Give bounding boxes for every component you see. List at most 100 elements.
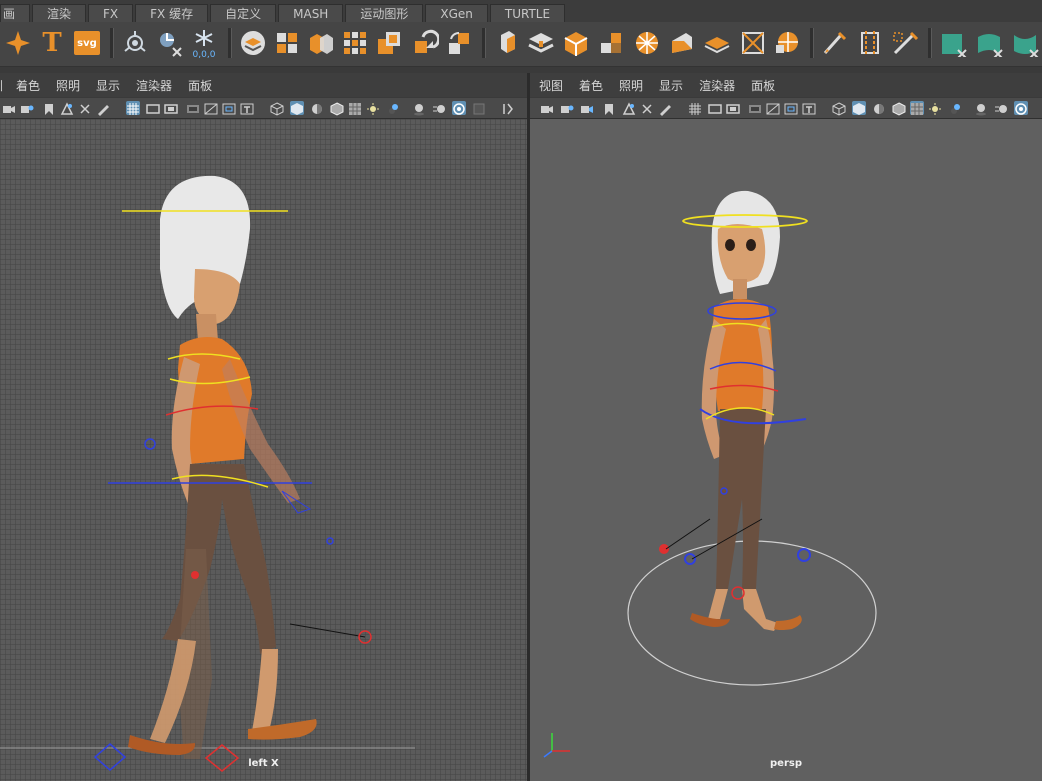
uv-teal-square-icon[interactable] <box>938 26 968 60</box>
lights-icon[interactable] <box>928 101 942 115</box>
resolution-gate-icon[interactable] <box>164 101 178 115</box>
toolbar-more-icon[interactable] <box>500 101 514 115</box>
sculpt-sphere-icon[interactable] <box>772 26 802 60</box>
textured-icon[interactable] <box>348 101 362 115</box>
image-plane-icon[interactable] <box>622 101 636 115</box>
menu-show[interactable]: 显示 <box>659 77 683 94</box>
combine-icon[interactable] <box>272 26 302 60</box>
polygon-layers-icon[interactable] <box>238 26 268 60</box>
uv-teal-shell-icon[interactable] <box>1010 26 1040 60</box>
viewport-left-ortho[interactable]: left X <box>0 119 527 781</box>
bookmark-icon[interactable] <box>602 101 616 115</box>
lights-icon[interactable] <box>366 101 380 115</box>
shelf-tab-fx-cache[interactable]: FX 缓存 <box>135 4 209 22</box>
shadows-icon[interactable] <box>386 101 400 115</box>
default-material-icon[interactable] <box>310 101 324 115</box>
wireframe-on-shaded-icon[interactable] <box>330 101 344 116</box>
menu-shading[interactable]: 着色 <box>579 77 603 94</box>
image-plane-icon[interactable] <box>60 101 74 115</box>
multi-cut-icon[interactable] <box>820 26 850 60</box>
resolution-gate-icon[interactable] <box>726 101 740 115</box>
sparkle-icon[interactable] <box>3 26 33 60</box>
ambient-occlusion-icon[interactable] <box>974 101 988 116</box>
film-gate-icon[interactable] <box>708 101 722 115</box>
ambient-occlusion-icon[interactable] <box>412 101 426 116</box>
freeze-transform-icon[interactable]: 0,0,0 <box>189 26 219 60</box>
menu-renderer[interactable]: 渲染器 <box>699 77 735 94</box>
target-weld-icon[interactable] <box>738 26 768 60</box>
grid-toggle-icon[interactable] <box>126 101 140 115</box>
reverse-normals-icon[interactable] <box>410 26 440 60</box>
safe-action-icon[interactable] <box>784 101 798 115</box>
film-gate-icon[interactable] <box>146 101 160 115</box>
camera-attr-icon[interactable] <box>580 101 594 115</box>
paint-edge-icon[interactable] <box>890 26 920 60</box>
menu-panels[interactable]: 面板 <box>751 77 775 94</box>
extrude-icon[interactable] <box>492 26 522 60</box>
shelf-tab-0[interactable]: 画 <box>0 4 31 22</box>
gate-mask-icon[interactable] <box>186 101 200 115</box>
extract-icon[interactable] <box>374 26 404 60</box>
menu-show[interactable]: 显示 <box>96 77 120 94</box>
smooth-mesh-icon[interactable] <box>340 26 370 60</box>
safe-title-icon[interactable] <box>240 101 254 115</box>
motion-blur-icon[interactable] <box>432 101 446 115</box>
menu-renderer[interactable]: 渲染器 <box>136 77 172 94</box>
shelf-tab-rendering[interactable]: 渲染 <box>32 4 87 22</box>
field-chart-icon[interactable] <box>766 101 780 115</box>
shelf-tab-mash[interactable]: MASH <box>278 4 344 22</box>
append-polygon-icon[interactable] <box>596 26 626 60</box>
wireframe-on-shaded-icon[interactable] <box>892 101 906 116</box>
menu-shading[interactable]: 着色 <box>16 77 40 94</box>
grease-pencil-icon[interactable] <box>658 101 672 116</box>
grease-pencil-icon[interactable] <box>96 101 110 116</box>
camera-select-icon[interactable] <box>540 101 554 115</box>
default-material-icon[interactable] <box>872 101 886 115</box>
separate-icon[interactable] <box>306 26 336 60</box>
safe-action-icon[interactable] <box>222 101 236 115</box>
isolate-select-icon[interactable] <box>1014 101 1028 115</box>
panel-menu-cut[interactable]: 图 <box>0 77 2 94</box>
camera-lock-icon[interactable] <box>20 101 34 115</box>
safe-title-icon[interactable] <box>802 101 816 115</box>
bevel-icon[interactable] <box>561 26 591 60</box>
2d-pan-zoom-icon[interactable] <box>640 101 654 115</box>
menu-panels[interactable]: 面板 <box>188 77 212 94</box>
shelf-tab-motion-graphics[interactable]: 运动图形 <box>345 4 424 22</box>
text-tool-icon[interactable]: T <box>37 26 67 60</box>
poke-icon[interactable] <box>702 26 732 60</box>
grid-toggle-icon[interactable] <box>688 101 702 115</box>
field-chart-icon[interactable] <box>204 101 218 115</box>
conform-icon[interactable] <box>444 26 474 60</box>
shelf-tab-custom[interactable]: 自定义 <box>210 4 277 22</box>
wireframe-icon[interactable] <box>832 101 846 116</box>
viewport-right-persp[interactable]: persp <box>530 119 1042 781</box>
uv-teal-curve-icon[interactable] <box>974 26 1004 60</box>
menu-view[interactable]: 视图 <box>539 77 563 94</box>
smooth-shade-icon[interactable] <box>852 101 866 115</box>
menu-lighting[interactable]: 照明 <box>619 77 643 94</box>
smooth-shade-icon[interactable] <box>290 101 304 115</box>
bridge-icon[interactable] <box>526 26 556 60</box>
motion-blur-icon[interactable] <box>994 101 1008 115</box>
isolate-select-icon[interactable] <box>452 101 466 115</box>
shelf-tab-xgen[interactable]: XGen <box>425 4 488 22</box>
wireframe-icon[interactable] <box>270 101 284 116</box>
xray-icon[interactable] <box>472 101 486 115</box>
sphere-grid-icon[interactable] <box>632 26 662 60</box>
wedge-icon[interactable] <box>667 26 697 60</box>
2d-pan-zoom-icon[interactable] <box>78 101 92 115</box>
svg-tool-icon[interactable]: svg <box>72 26 102 60</box>
shelf-tab-fx[interactable]: FX <box>88 4 134 22</box>
menu-lighting[interactable]: 照明 <box>56 77 80 94</box>
shadows-icon[interactable] <box>948 101 962 115</box>
edge-loop-icon[interactable] <box>855 26 885 60</box>
locator-delete-icon[interactable] <box>155 26 185 60</box>
textured-icon[interactable] <box>910 101 924 115</box>
shelf-tab-turtle[interactable]: TURTLE <box>489 4 566 22</box>
camera-lock-icon[interactable] <box>560 101 574 115</box>
gate-mask-icon[interactable] <box>748 101 762 115</box>
camera-select-icon[interactable] <box>2 101 16 115</box>
joint-tool-icon[interactable] <box>120 26 150 60</box>
bookmark-icon[interactable] <box>42 101 56 115</box>
